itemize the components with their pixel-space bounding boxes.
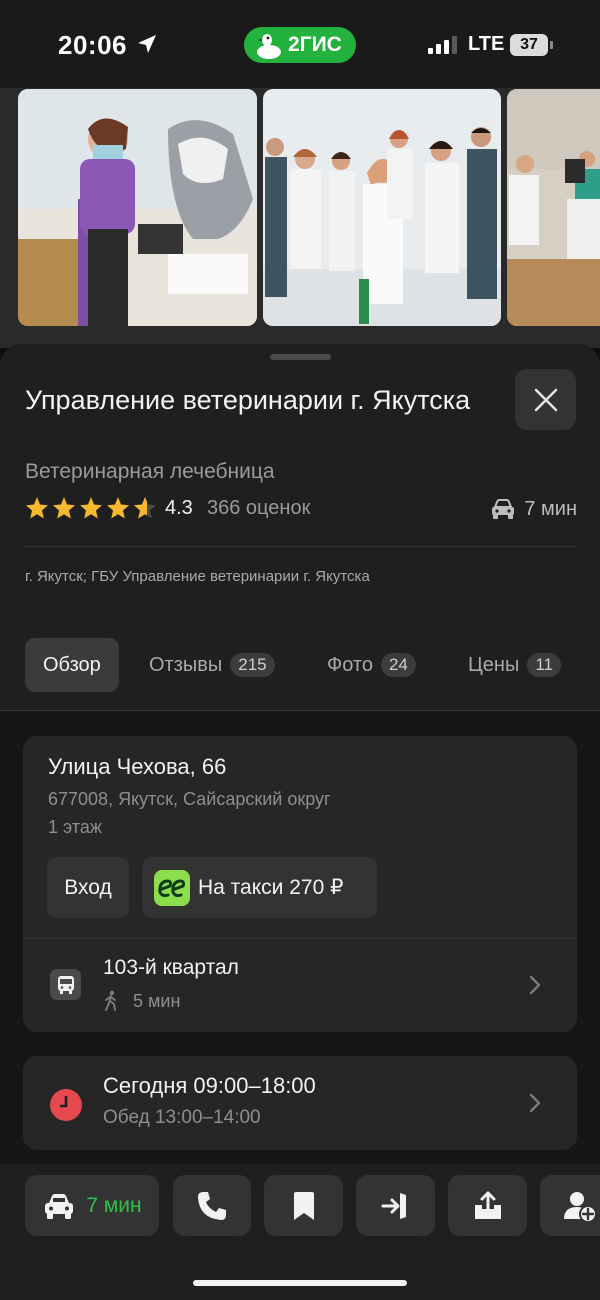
tab-count-badge: 11	[527, 653, 561, 677]
photo-carousel[interactable]	[0, 88, 600, 348]
address-floor: 1 этаж	[48, 817, 102, 837]
hours-lunch: Обед 13:00–14:00	[103, 1107, 261, 1128]
entrance-label: Вход	[64, 875, 112, 899]
share-icon	[474, 1191, 501, 1219]
battery-level: 37	[510, 34, 548, 56]
car-icon	[45, 1193, 74, 1219]
rating-row[interactable]: 4.3 366 оценок 7 мин	[25, 494, 577, 524]
tab-label: Цены	[468, 653, 520, 676]
entrance-route-button[interactable]	[356, 1175, 435, 1236]
sign-in-icon	[381, 1192, 406, 1219]
battery-icon: 37	[510, 34, 553, 56]
bus-stop-icon	[50, 969, 81, 1000]
add-contact-button[interactable]	[540, 1175, 600, 1236]
overview-content: Улица Чехова, 66 677008, Якутск, Сайсарс…	[0, 711, 600, 1164]
place-card-sheet: Управление ветеринарии г. Якутска Ветери…	[0, 344, 600, 1164]
close-button[interactable]	[515, 369, 576, 430]
share-button[interactable]	[448, 1175, 527, 1236]
tab-count-badge: 215	[230, 653, 275, 677]
call-button[interactable]	[173, 1175, 251, 1236]
walk-time-label: 5 мин	[133, 990, 181, 1011]
car-icon	[492, 499, 515, 519]
drive-time-label: 7 мин	[524, 497, 577, 520]
divider	[25, 546, 577, 547]
location-arrow-icon	[138, 35, 156, 53]
stop-walk-time: 5 мин	[103, 990, 180, 1012]
organization-line[interactable]: г. Якутск; ГБУ Управление ветеринарии г.…	[25, 568, 370, 585]
tab-label: Отзывы	[149, 653, 223, 676]
vet-office-photo[interactable]	[507, 89, 600, 326]
entrance-button[interactable]: Вход	[47, 857, 129, 918]
bookmark-button[interactable]	[264, 1175, 343, 1236]
tab-overview[interactable]: Обзор	[25, 638, 119, 692]
home-indicator[interactable]	[193, 1280, 407, 1286]
tab-label: Фото	[327, 653, 373, 676]
action-bar: 7 мин	[0, 1164, 600, 1300]
rating-count: 366 оценок	[207, 497, 311, 519]
tab-reviews[interactable]: Отзывы 215	[149, 638, 275, 692]
app-badge-label: 2ГИС	[288, 33, 342, 56]
chevron-right-icon	[529, 1093, 541, 1113]
address-street[interactable]: Улица Чехова, 66	[48, 754, 226, 780]
drive-time[interactable]: 7 мин	[490, 494, 577, 524]
walking-icon	[105, 990, 116, 1011]
hours-card[interactable]: Сегодня 09:00–18:00 Обед 13:00–14:00	[23, 1056, 577, 1150]
status-time: 20:06	[58, 30, 127, 60]
vet-staff-group-photo[interactable]	[263, 89, 501, 326]
place-category: Ветеринарная лечебница	[25, 460, 275, 483]
taxi-label: На такси 270 ₽	[198, 876, 344, 899]
2gis-logo-icon	[257, 34, 281, 59]
app-badge[interactable]: 2ГИС	[244, 27, 356, 63]
clock-icon	[50, 1089, 82, 1121]
cellular-signal-icon	[428, 36, 457, 54]
chevron-right-icon	[529, 975, 541, 995]
rating-value: 4.3	[165, 497, 193, 519]
rating-stars-icon	[26, 497, 156, 519]
route-time-label: 7 мин	[86, 1193, 142, 1217]
tab-label: Обзор	[43, 653, 101, 676]
route-button[interactable]: 7 мин	[25, 1175, 159, 1236]
address-city: 677008, Якутск, Сайсарский округ	[48, 789, 331, 809]
tab-bar: Обзор Отзывы 215 Фото 24 Цены 11	[25, 638, 600, 692]
status-bar: 20:06 2ГИС LTE 37	[0, 0, 600, 88]
taxi-button[interactable]: На такси 270 ₽	[142, 857, 377, 918]
close-icon	[534, 388, 557, 411]
tab-prices[interactable]: Цены 11	[468, 638, 561, 692]
network-type: LTE	[468, 33, 505, 55]
stop-name: 103-й квартал	[103, 956, 239, 979]
hours-today: Сегодня 09:00–18:00	[103, 1073, 316, 1098]
taxi-logo-icon	[154, 869, 190, 906]
tab-count-badge: 24	[380, 653, 416, 677]
sheet-grabber[interactable]	[270, 354, 331, 360]
vet-reception-photo[interactable]	[18, 89, 257, 326]
phone-icon	[198, 1191, 226, 1220]
divider	[23, 938, 577, 939]
place-title: Управление ветеринарии г. Якутска	[25, 385, 471, 415]
bookmark-icon	[293, 1191, 314, 1220]
add-contact-icon	[563, 1191, 597, 1223]
address-card: Улица Чехова, 66 677008, Якутск, Сайсарс…	[23, 736, 577, 1032]
tab-photos[interactable]: Фото 24	[327, 638, 416, 692]
